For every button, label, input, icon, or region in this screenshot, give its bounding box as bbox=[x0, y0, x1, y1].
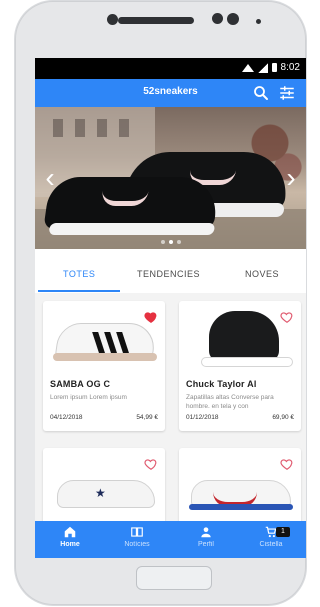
background-window bbox=[75, 119, 85, 137]
shoe-sole bbox=[48, 223, 216, 235]
star-icon: ★ bbox=[95, 486, 106, 500]
product-grid: SAMBA OG C Lorem ipsum Lorem ipsum 04/12… bbox=[35, 293, 306, 528]
tab-totes[interactable]: TOTES bbox=[63, 269, 95, 279]
app-bar: 52sneakers bbox=[35, 79, 306, 107]
nav-home-label: Home bbox=[60, 541, 80, 548]
hero-shoe-left bbox=[43, 177, 221, 235]
tab-noves[interactable]: NOVES bbox=[245, 269, 279, 279]
pager-dot[interactable] bbox=[160, 240, 165, 244]
heart-icon[interactable] bbox=[144, 310, 158, 324]
pager-dot[interactable] bbox=[176, 240, 181, 244]
filter-icon[interactable] bbox=[278, 84, 296, 102]
product-card[interactable]: Chuck Taylor Al Zapatillas altas Convers… bbox=[179, 301, 301, 431]
pager-dot-active[interactable] bbox=[168, 240, 173, 244]
status-time: 8:02 bbox=[280, 62, 300, 73]
shoe-swoosh bbox=[100, 191, 149, 206]
shoe-stripe bbox=[92, 332, 106, 354]
bottom-navigation: Home Notícies Perfil 1 Cistella bbox=[35, 521, 306, 558]
product-description: Lorem ipsum Lorem ipsum bbox=[50, 394, 127, 401]
sensor-dot bbox=[212, 13, 223, 24]
speaker-grill bbox=[118, 17, 194, 24]
nav-noticies-label: Notícies bbox=[124, 541, 150, 548]
status-icons: 8:02 bbox=[241, 62, 300, 73]
person-icon bbox=[199, 525, 213, 539]
camera-dot bbox=[107, 14, 118, 25]
nav-cistella-label: Cistella bbox=[259, 541, 283, 548]
background-window bbox=[97, 119, 107, 137]
status-bar: 8:02 bbox=[35, 58, 306, 79]
sensor-dot-small bbox=[256, 19, 261, 24]
shoe-sole bbox=[189, 504, 293, 510]
active-tab-indicator bbox=[38, 290, 120, 292]
hardware-home-button[interactable] bbox=[136, 566, 212, 590]
wifi-icon bbox=[241, 63, 254, 72]
nav-home[interactable]: Home bbox=[41, 525, 99, 548]
category-tabs: TOTES TENDENCIES NOVES bbox=[35, 249, 306, 294]
search-icon[interactable] bbox=[252, 84, 270, 102]
background-window bbox=[119, 119, 129, 137]
device-screen: 8:02 52sneakers ‹ › TOTES TENDENCIES NOV… bbox=[35, 58, 306, 558]
product-name: Chuck Taylor Al bbox=[186, 379, 257, 389]
shoe-shape bbox=[57, 480, 155, 508]
chevron-right-icon[interactable]: › bbox=[282, 163, 300, 193]
nav-perfil-label: Perfil bbox=[198, 541, 214, 548]
shoe-sole bbox=[201, 357, 293, 367]
slide-pager bbox=[35, 240, 306, 244]
nav-perfil[interactable]: Perfil bbox=[177, 525, 235, 548]
product-card[interactable] bbox=[179, 448, 301, 528]
nav-noticies[interactable]: Notícies bbox=[108, 525, 166, 548]
book-icon bbox=[130, 525, 144, 539]
sensor-dot bbox=[227, 13, 239, 25]
product-name: SAMBA OG C bbox=[50, 379, 111, 389]
background-window bbox=[53, 119, 63, 137]
product-price: 69,90 € bbox=[272, 414, 294, 421]
hero-slider[interactable]: ‹ › bbox=[35, 107, 306, 249]
shoe-stripe bbox=[104, 332, 118, 354]
cart-badge: 1 bbox=[276, 527, 290, 537]
tab-tendencies[interactable]: TENDENCIES bbox=[137, 269, 200, 279]
heart-icon[interactable] bbox=[280, 310, 294, 324]
heart-icon[interactable] bbox=[144, 457, 158, 471]
battery-icon bbox=[271, 63, 277, 72]
product-date: 01/12/2018 bbox=[186, 414, 219, 421]
product-description: Zapatillas altas Converse para hombre. e… bbox=[186, 394, 274, 410]
product-card[interactable]: ★ bbox=[43, 448, 165, 528]
signal-icon bbox=[257, 62, 268, 73]
heart-icon[interactable] bbox=[280, 457, 294, 471]
shoe-sole bbox=[53, 353, 157, 361]
product-date: 04/12/2018 bbox=[50, 414, 83, 421]
home-icon bbox=[63, 525, 77, 539]
shoe-stripe bbox=[116, 332, 130, 354]
nav-cistella[interactable]: 1 Cistella bbox=[242, 525, 300, 548]
product-price: 54,99 € bbox=[136, 414, 158, 421]
product-card[interactable]: SAMBA OG C Lorem ipsum Lorem ipsum 04/12… bbox=[43, 301, 165, 431]
shoe-shape bbox=[209, 311, 279, 361]
chevron-left-icon[interactable]: ‹ bbox=[41, 163, 59, 193]
